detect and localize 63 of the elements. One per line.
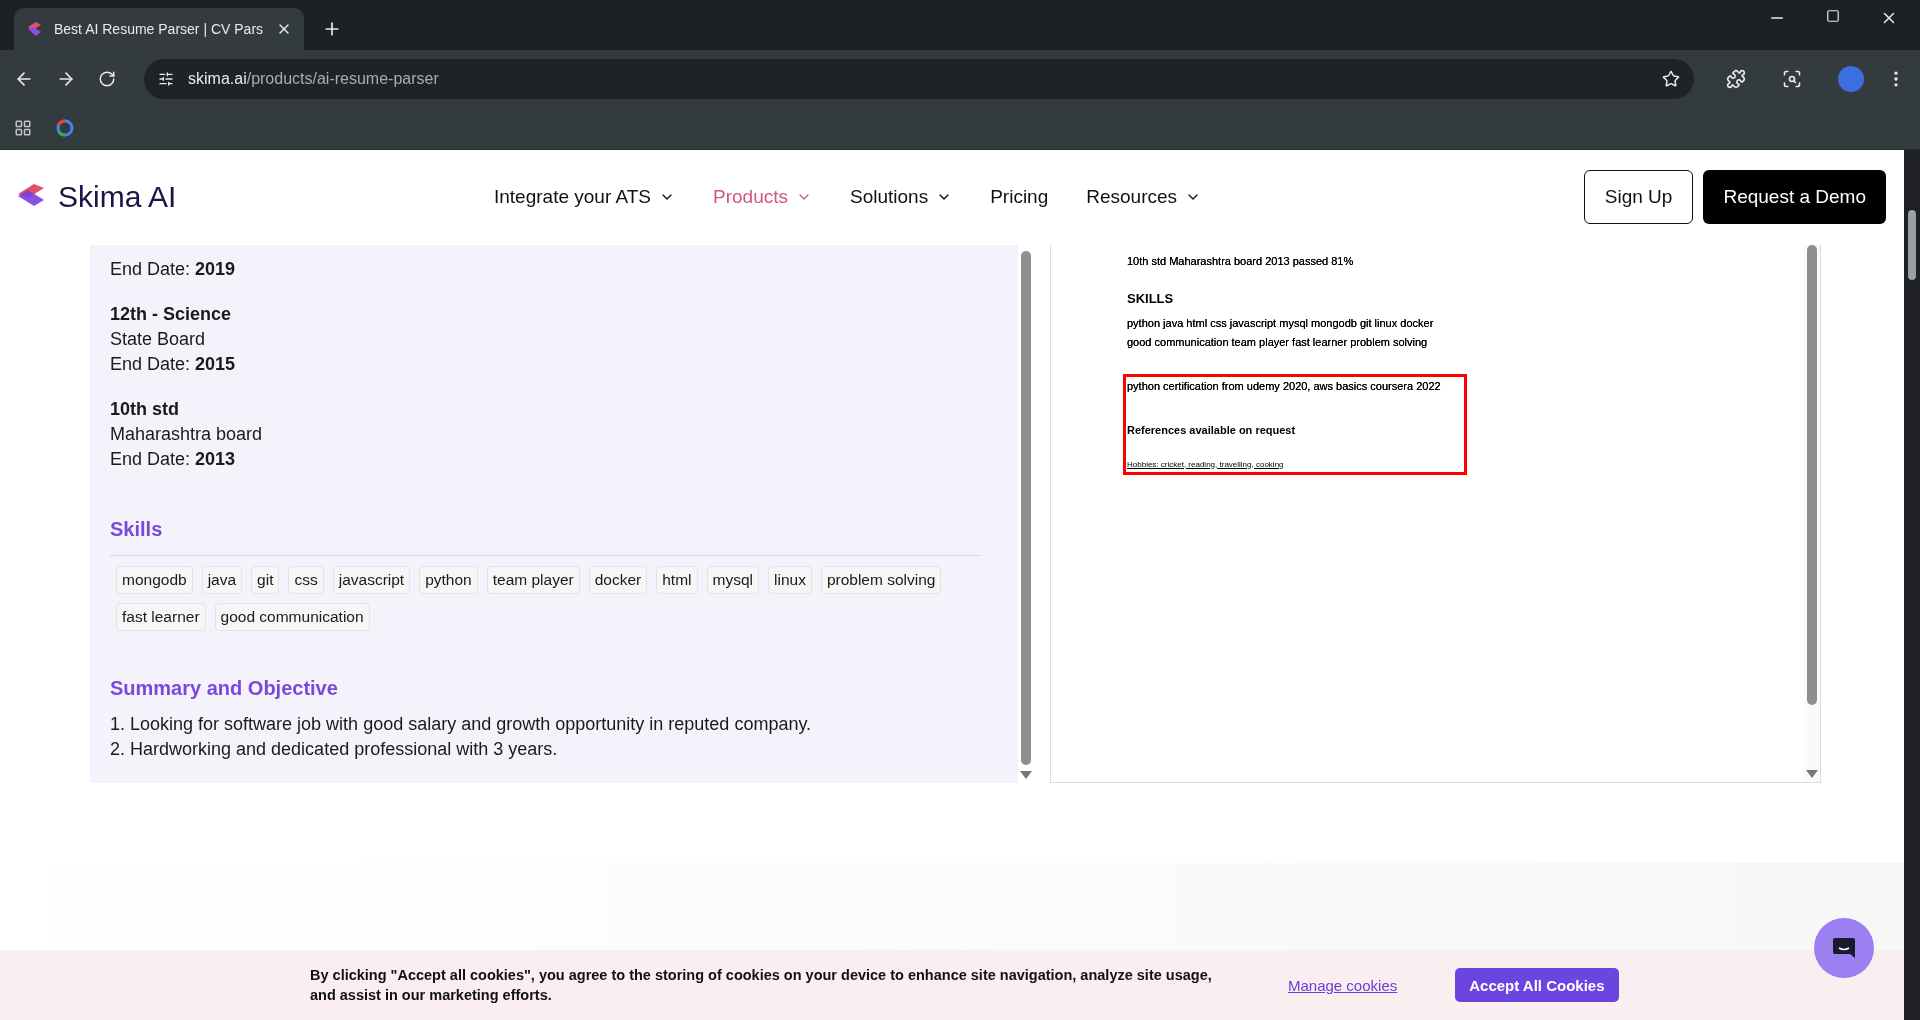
bookmark-star-icon[interactable] (1662, 69, 1680, 88)
nav-link[interactable]: Resources (1086, 186, 1202, 209)
scrollbar-thumb[interactable] (1021, 250, 1031, 765)
profile-avatar[interactable] (1838, 65, 1864, 92)
skill-tag: git (251, 565, 280, 594)
skill-tag: html (656, 565, 698, 594)
scroll-down-icon[interactable] (1020, 770, 1032, 779)
education-detail: End Date: 2015 (110, 352, 237, 376)
skill-tag: javascript (332, 565, 411, 594)
document-text: good communication team player fast learner problem solving (1127, 334, 1429, 350)
document-text: python certification from udemy 2020, aws basics coursera 2022 (1127, 378, 1442, 394)
document-text: References available on request (1127, 423, 1297, 436)
skill-tag: docker (588, 565, 648, 594)
section-heading: Summary and Objective (110, 676, 339, 700)
skill-tag: team player (486, 565, 580, 594)
summary-item: 2. Hardworking and dedicated professional with 3 years. (110, 737, 559, 761)
request-demo-button[interactable]: Request a Demo (1703, 170, 1886, 225)
nav-link[interactable]: Pricing (990, 186, 1049, 209)
skill-tag: problem solving (820, 565, 942, 594)
apps-icon[interactable] (14, 119, 32, 137)
skill-tag: linux (768, 565, 812, 594)
skill-tag: mysql (706, 565, 759, 594)
education-detail: Maharashtra board (110, 422, 264, 446)
site-icon (26, 21, 42, 37)
education-title: 10th std (110, 397, 180, 421)
scroll-down-icon[interactable] (1806, 769, 1818, 778)
skill-tag: good communication (214, 602, 370, 631)
skill-tag: css (288, 565, 324, 594)
tab-title: Best AI Resume Parser | CV Pars (54, 21, 264, 37)
nav-link[interactable]: Integrate your ATS (494, 186, 675, 209)
site-settings-icon[interactable] (158, 70, 174, 87)
nav-link[interactable]: Solutions (850, 186, 953, 209)
document-text: python java html css javascript mysql mongodb git linux docker (1127, 315, 1435, 331)
cookie-notice: By clicking "Accept all cookies", you agree to the storing of cookies on your device to enhance site navigation, analyze site usage, and assist in our marketing efforts. (310, 966, 1213, 1006)
scrollbar-thumb[interactable] (1807, 244, 1817, 705)
brand-name[interactable]: Skima AI (58, 180, 177, 215)
url-text: skima.ai/products/ai-resume-parser (188, 69, 439, 88)
section-heading: Skills (110, 517, 164, 541)
skill-tag: mongodb (116, 565, 193, 594)
education-detail: State Board (110, 327, 207, 351)
extensions-icon[interactable] (1726, 68, 1746, 89)
skill-tag: fast learner (116, 602, 206, 631)
screen-search-icon[interactable] (1782, 68, 1802, 89)
nav-link[interactable]: Products (713, 186, 812, 209)
education-title: 12th - Science (110, 302, 233, 326)
education-detail: End Date: 2013 (110, 447, 237, 471)
summary-item: 1. Looking for software job with good salary and growth opportunity in reputed company. (110, 712, 813, 736)
maximize-icon[interactable] (1826, 9, 1840, 23)
page-scrollbar-thumb[interactable] (1908, 210, 1916, 280)
skill-tag: python (419, 565, 478, 594)
document-text: Hobbies: cricket, reading, travelling, cooking (1127, 459, 1285, 469)
accept-cookies-button[interactable]: Accept All Cookies (1455, 968, 1619, 1003)
document-heading: SKILLS (1127, 290, 1175, 306)
address-bar[interactable]: skima.ai/products/ai-resume-parser (144, 58, 1694, 99)
document-text: 10th std Maharashtra board 2013 passed 81% (1127, 253, 1355, 269)
sign-up-button[interactable]: Sign Up (1583, 170, 1694, 225)
education-detail: End Date: 2019 (110, 257, 237, 281)
manage-cookies-link[interactable]: Manage cookies (1288, 976, 1398, 994)
chat-icon (1831, 935, 1857, 961)
skill-tag: java (201, 565, 243, 594)
reload-icon[interactable] (98, 69, 116, 88)
browser-tab[interactable]: Best AI Resume Parser | CV Pars (14, 8, 304, 50)
google-icon[interactable] (56, 119, 74, 137)
